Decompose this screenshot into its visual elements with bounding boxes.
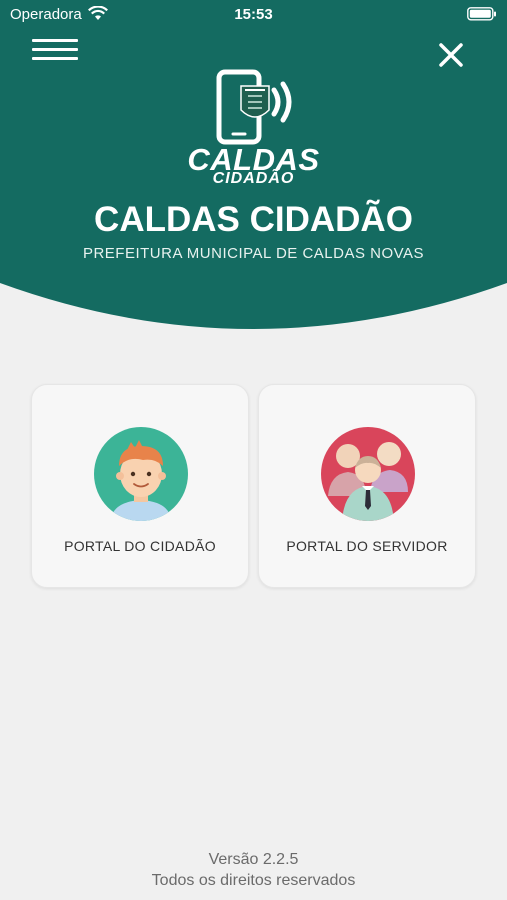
close-icon[interactable] (436, 40, 466, 70)
portal-servidor-card[interactable]: PORTAL DO SERVIDOR (258, 384, 476, 588)
portal-cidadao-label: PORTAL DO CIDADÃO (64, 538, 216, 554)
app-screen: Operadora 15:53 CALDAS CIDADÃO CALDAS CI… (0, 0, 507, 900)
servants-group-icon (321, 427, 415, 521)
header: Operadora 15:53 CALDAS CIDADÃO CALDAS CI… (0, 0, 507, 340)
citizen-avatar-icon (94, 427, 188, 521)
status-time: 15:53 (234, 6, 273, 23)
battery-icon (467, 7, 496, 21)
portal-servidor-label: PORTAL DO SERVIDOR (286, 538, 448, 554)
copyright-text: Todos os direitos reservados (151, 872, 356, 889)
hamburger-menu-icon[interactable] (30, 36, 82, 64)
logo-word-cidadao: CIDADÃO (212, 170, 295, 187)
app-title: CALDAS CIDADÃO (94, 200, 413, 239)
portal-cidadao-card[interactable]: PORTAL DO CIDADÃO (31, 384, 249, 588)
app-subtitle: PREFEITURA MUNICIPAL DE CALDAS NOVAS (82, 245, 425, 262)
status-bar: Operadora 15:53 (0, 0, 507, 30)
app-version: Versão 2.2.5 (208, 851, 299, 868)
